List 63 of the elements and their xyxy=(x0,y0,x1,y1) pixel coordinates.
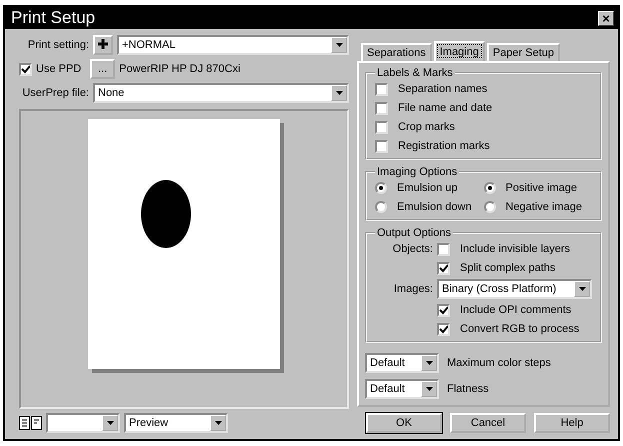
images-dropdown[interactable]: Binary (Cross Platform) xyxy=(437,279,592,299)
group-title: Imaging Options xyxy=(376,166,458,178)
checkbox-label: Use PPD xyxy=(36,63,82,75)
dropdown-arrow-icon xyxy=(214,421,222,425)
checkbox-label: Include invisible layers xyxy=(460,243,570,255)
checkbox-label: Registration marks xyxy=(398,140,490,152)
dropdown-arrow-icon xyxy=(336,91,342,95)
tab[interactable]: Separations xyxy=(361,43,432,61)
checkbox[interactable] xyxy=(437,322,450,336)
print-setting-dropdown[interactable]: +NORMAL xyxy=(117,35,349,55)
field-label: Objects: xyxy=(392,243,433,255)
browse-button[interactable]: ... xyxy=(90,59,116,79)
view-dropdown[interactable]: Preview xyxy=(124,413,228,433)
checkbox-label: Include OPI comments xyxy=(460,304,572,316)
value-dropdown[interactable]: Default xyxy=(365,379,439,399)
dialog-button[interactable]: Help xyxy=(534,413,610,433)
plus-icon xyxy=(98,38,108,48)
checkbox[interactable] xyxy=(437,242,450,256)
radio-button[interactable] xyxy=(484,201,496,213)
radio-button[interactable] xyxy=(484,182,496,194)
checkbox[interactable] xyxy=(375,102,388,114)
group-title: Output Options xyxy=(376,227,452,239)
field-label: UserPrep file: xyxy=(21,87,89,99)
checkbox-label: Separation names xyxy=(398,83,488,95)
radio-label: Emulsion up xyxy=(397,182,458,194)
add-button[interactable] xyxy=(93,35,113,55)
radio-label: Emulsion down xyxy=(397,201,472,213)
checkbox-label: Convert RGB to process xyxy=(460,323,580,335)
checkbox[interactable] xyxy=(437,262,450,274)
radio-button[interactable] xyxy=(375,182,387,194)
checkbox-label: Crop marks xyxy=(398,121,455,133)
checkbox[interactable] xyxy=(437,304,450,316)
page-icon[interactable] xyxy=(19,416,30,430)
window-title: Print Setup xyxy=(11,8,96,28)
dialog-button[interactable]: OK xyxy=(366,413,442,433)
checkbox[interactable] xyxy=(375,140,388,152)
dropdown-arrow-icon xyxy=(336,43,342,47)
field-label: Images: xyxy=(392,283,433,295)
group-title: Labels & Marks xyxy=(376,67,454,79)
checkbox[interactable] xyxy=(375,120,388,134)
radio-button[interactable] xyxy=(375,201,387,213)
radio-label: Negative image xyxy=(506,201,582,213)
page-icon[interactable] xyxy=(31,416,42,430)
dropdown-arrow-icon xyxy=(106,421,114,425)
ellipse-drawing xyxy=(140,179,192,249)
dropdown-arrow-icon xyxy=(426,387,432,391)
field-label: Maximum color steps xyxy=(447,357,551,369)
tab[interactable]: Imaging xyxy=(434,41,485,61)
checkbox-label: File name and date xyxy=(398,102,492,114)
tab[interactable]: Paper Setup xyxy=(486,43,560,61)
value-dropdown[interactable]: Default xyxy=(365,353,439,373)
close-button[interactable]: × xyxy=(598,10,614,26)
checkbox[interactable] xyxy=(19,62,32,76)
dropdown-arrow-icon xyxy=(426,361,432,365)
printer-name: PowerRIP HP DJ 870Cxi xyxy=(119,63,240,75)
dropdown-arrow-icon xyxy=(578,287,586,291)
radio-label: Positive image xyxy=(506,182,578,194)
userprep-dropdown[interactable]: None xyxy=(93,83,349,103)
field-label: Print setting: xyxy=(26,39,89,51)
checkbox-label: Split complex paths xyxy=(460,262,556,274)
dialog-button[interactable]: Cancel xyxy=(450,413,526,433)
field-label: Flatness xyxy=(447,383,489,395)
checkbox[interactable] xyxy=(375,82,388,96)
